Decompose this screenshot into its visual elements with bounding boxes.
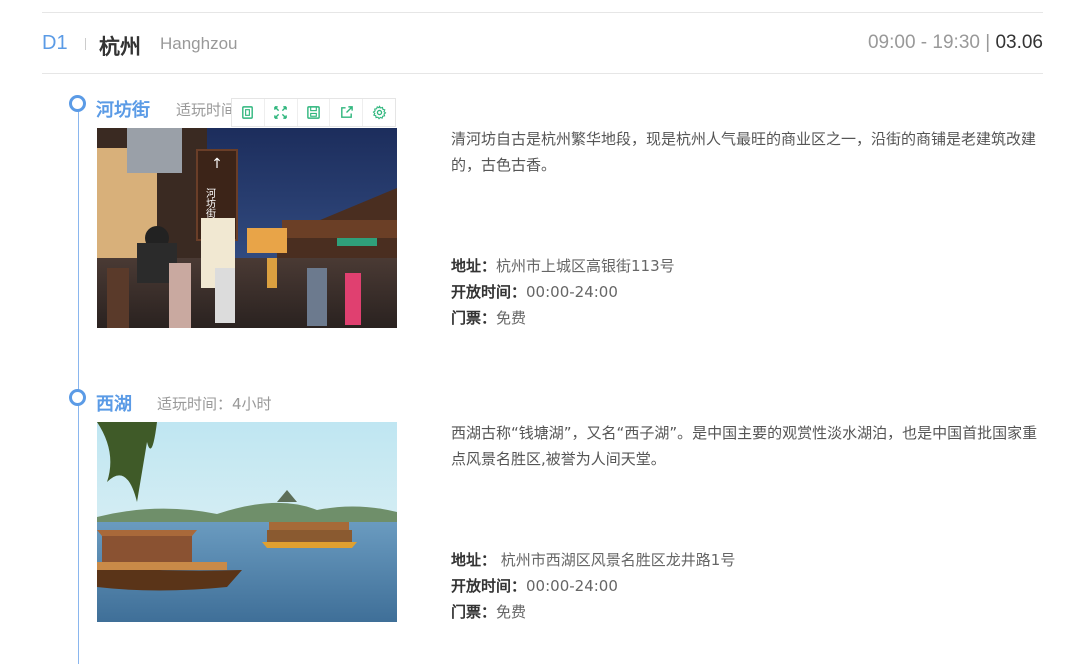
share-button[interactable] (330, 99, 364, 126)
save-icon (307, 106, 320, 119)
expand-icon (274, 106, 288, 119)
day-date: 03.06 (995, 32, 1043, 53)
day-header: D1 杭州 Hanghzou 09:00 - 19:30 | 03.06 (42, 13, 1043, 74)
ticket-label: 门票： (451, 603, 497, 621)
settings-icon (372, 105, 386, 120)
spot-address: 地址： 杭州市西湖区风景名胜区龙井路1号 (451, 549, 735, 570)
sign-text: 河坊街 (204, 188, 216, 219)
hours-label: 开放时间： (451, 577, 527, 595)
time-range-text: 09:00 - 19:30 | (867, 32, 996, 53)
address-value: 杭州市上城区高银街113号 (496, 257, 675, 275)
spot-address: 地址：杭州市上城区高银街113号 (451, 255, 675, 276)
lake-photo (97, 422, 397, 622)
svg-text:↑: ↑ (211, 156, 223, 172)
city-name-en: Hanghzou (160, 34, 238, 53)
settings-button[interactable] (363, 99, 395, 126)
spot-duration: 适玩时间：4小时 (157, 395, 272, 413)
spot-hours: 开放时间：00:00-24:00 (451, 281, 618, 302)
spot-description: 清河坊自古是杭州繁华地段，现是杭州人气最旺的商业区之一，沿街的商铺是老建筑改建的… (451, 130, 1037, 174)
spot-ticket: 门票：免费 (451, 601, 526, 622)
spot-ticket: 门票：免费 (451, 307, 526, 328)
city-name: 杭州 (99, 35, 141, 59)
day-label: D1 (42, 32, 68, 54)
timeline-dot (69, 389, 86, 406)
street-photo: ↑ 河坊街 (97, 128, 397, 328)
spot-hours: 开放时间：00:00-24:00 (451, 575, 618, 596)
ticket-value: 免费 (496, 603, 527, 621)
share-icon (340, 106, 353, 118)
image-toolbar (231, 98, 396, 127)
ticket-label: 门票： (451, 309, 497, 327)
timeline-line (78, 105, 79, 664)
ticket-value: 免费 (496, 309, 527, 327)
save-button[interactable] (298, 99, 331, 126)
spot-name[interactable]: 河坊街 (96, 96, 150, 122)
address-value: 杭州市西湖区风景名胜区龙井路1号 (496, 551, 736, 569)
hours-value: 00:00-24:00 (526, 283, 618, 301)
timeline-dot (69, 95, 86, 112)
day-separator (85, 38, 86, 50)
expand-button[interactable] (265, 99, 298, 126)
spot-name[interactable]: 西湖 (96, 390, 132, 416)
copy-icon (242, 106, 254, 119)
copy-button[interactable] (232, 99, 265, 126)
spot-description: 西湖古称“钱塘湖”，又名“西子湖”。是中国主要的观赏性淡水湖泊，也是中国首批国家… (451, 424, 1038, 468)
hours-value: 00:00-24:00 (526, 577, 618, 595)
spot-image-hefang-street[interactable]: ↑ 河坊街 (97, 128, 397, 328)
day-time-range: 09:00 - 19:30 | 03.06 (868, 32, 1043, 54)
spot-image-west-lake[interactable] (97, 422, 397, 622)
address-label: 地址： (451, 257, 497, 275)
hours-label: 开放时间： (451, 283, 527, 301)
address-label: 地址： (451, 551, 497, 569)
